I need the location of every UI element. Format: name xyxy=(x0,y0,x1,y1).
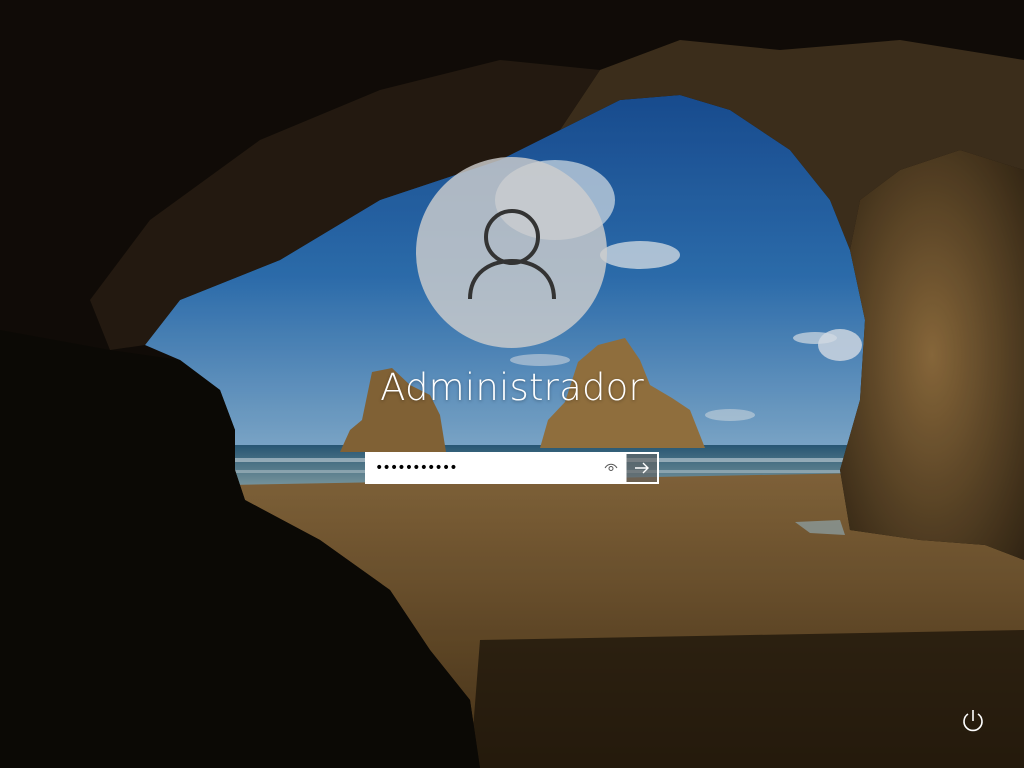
user-name: Administrador xyxy=(380,366,644,409)
password-input-wrapper xyxy=(367,454,626,482)
arrow-right-icon xyxy=(635,462,649,474)
power-icon[interactable] xyxy=(960,708,986,734)
user-silhouette-icon xyxy=(467,208,556,299)
lock-screen: Administrador xyxy=(0,0,1024,768)
password-field xyxy=(365,452,659,484)
user-avatar xyxy=(416,157,607,348)
submit-button[interactable] xyxy=(626,454,657,482)
password-input[interactable] xyxy=(367,454,626,482)
eye-icon[interactable] xyxy=(604,462,618,474)
